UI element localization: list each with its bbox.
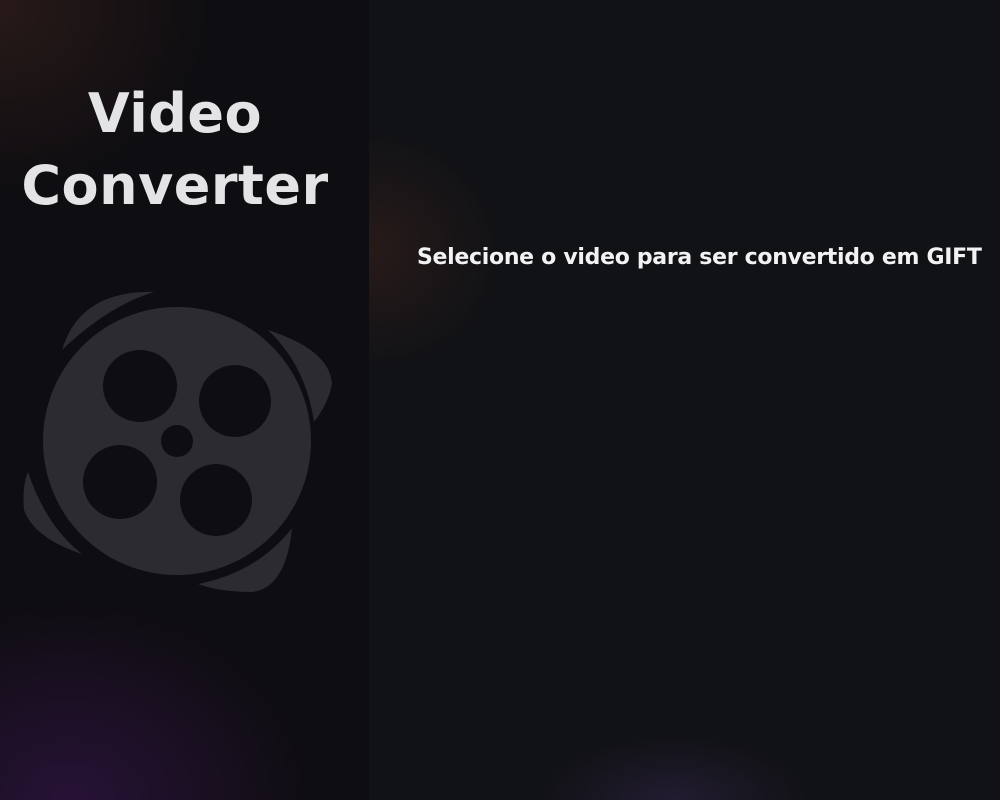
sidebar: Video Converter [0, 0, 369, 800]
main-panel: Selecione o video para ser convertido em… [369, 0, 1000, 800]
app-title-line-1: Video [87, 82, 263, 145]
app-title-line-2: Converter [21, 154, 329, 217]
film-reel-icon [23, 291, 332, 592]
select-video-prompt: Selecione o video para ser convertido em… [417, 245, 982, 270]
app-window: Video Converter Selecione o video para s… [0, 0, 1000, 800]
app-title: Video Converter [0, 78, 350, 222]
